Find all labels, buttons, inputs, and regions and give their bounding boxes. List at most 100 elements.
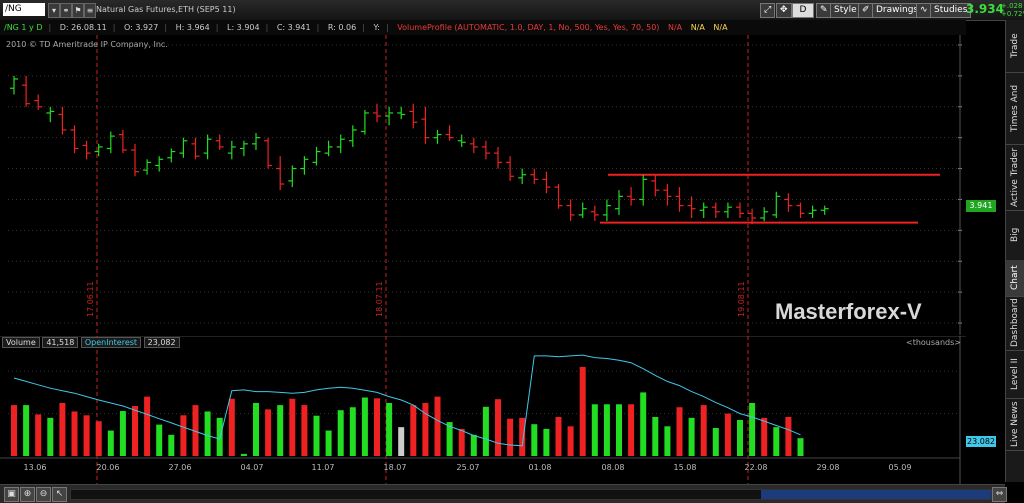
volume-bar	[35, 414, 42, 456]
copyright-text: 2010 © TD Ameritrade IP Company, Inc.	[6, 40, 168, 49]
price-chart[interactable]: 54.84.64.44.243.83.63.43.2 17.06.1118.07…	[0, 35, 966, 335]
aggregation-button[interactable]: D	[792, 3, 814, 18]
volume-bar	[277, 405, 284, 456]
volume-bar	[156, 424, 163, 456]
watermark-text: Masterforex-V	[775, 299, 922, 324]
volume-bar	[11, 405, 17, 456]
flag-icon[interactable]: ⚑	[72, 3, 84, 18]
volume-bar	[712, 428, 719, 456]
volume-bar	[240, 453, 247, 456]
volume-bar	[325, 430, 332, 456]
volume-bar	[543, 428, 550, 456]
scroll-thumb[interactable]	[761, 490, 991, 499]
date-marker-label: 19.08.11	[737, 281, 746, 317]
tab-live-news[interactable]: Live News	[1006, 398, 1024, 451]
volume-bar	[737, 419, 743, 456]
volume-value: 41,518	[42, 337, 79, 348]
tab-active-trader[interactable]: Active Trader	[1006, 144, 1024, 211]
volume-bar	[531, 424, 538, 456]
x-tick-label: 27.06	[169, 463, 192, 472]
window-title: Natural Gas Futures,ETH (SEP5 11)	[96, 5, 236, 14]
price-badge: 3.941	[966, 200, 996, 212]
cursor-icon[interactable]: ↖	[52, 487, 67, 502]
volume-bar	[132, 405, 138, 456]
symbol-input[interactable]: /NG	[3, 3, 45, 16]
tab-dashboard[interactable]: Dashboard	[1006, 296, 1024, 351]
drawings-button[interactable]: Drawings	[872, 3, 923, 18]
change-pct: +0.72%	[1001, 10, 1024, 18]
side-tabs: TradeTimes And SalesActive TraderBig But…	[1005, 20, 1024, 482]
volume-label: Volume	[2, 337, 40, 348]
date-marker-label: 18.07.11	[375, 281, 384, 317]
volume-bar	[470, 434, 477, 456]
zoom-icon[interactable]: ⤢	[760, 3, 776, 18]
x-tick-label: 18.07	[384, 463, 407, 472]
volume-bar	[761, 417, 768, 456]
volume-bar	[47, 417, 54, 456]
volume-bar	[361, 397, 368, 456]
volume-bar	[59, 403, 66, 456]
volume-bar	[664, 426, 671, 456]
chevron-down-icon[interactable]: ▾	[48, 3, 60, 18]
volume-chart[interactable]: 13.06 20.06 27.06 04.07 11.07 18.07 25.07 01.08…	[0, 336, 966, 484]
tab-level-ii[interactable]: Level II	[1006, 350, 1024, 399]
bar-close: C: 3.941	[276, 23, 311, 32]
x-tick-label: 04.07	[241, 463, 264, 472]
volume-bar	[579, 366, 586, 456]
volume-bar	[700, 405, 707, 456]
tab-chart[interactable]: Chart	[1006, 260, 1024, 297]
volume-bar	[676, 407, 683, 456]
volume-bar	[349, 407, 356, 456]
x-tick-label: 01.08	[529, 463, 552, 472]
volume-bar	[83, 415, 90, 456]
expand-icon[interactable]: ▣	[4, 487, 19, 502]
volume-bar	[301, 405, 308, 456]
volume-bar	[107, 430, 114, 456]
study-label[interactable]: VolumeProfile (AUTOMATIC, 1.0, DAY, 1, N…	[397, 23, 659, 32]
expand-horizontal-icon[interactable]: ⇔	[992, 487, 1007, 502]
volume-bar	[313, 415, 320, 456]
time-scrollbar[interactable]: ▣ ⊕ ⊖ ↖ ⇔	[0, 484, 1007, 503]
pan-icon[interactable]: ✥	[776, 3, 792, 18]
tab-times-and-sales[interactable]: Times And Sales	[1006, 72, 1024, 145]
x-tick-label: 22.08	[745, 463, 768, 472]
volume-bar	[495, 399, 501, 456]
x-tick-label: 15.08	[674, 463, 697, 472]
list-icon[interactable]: ≡	[84, 3, 96, 18]
volume-bar	[591, 404, 598, 456]
bar-y: Y:	[373, 23, 380, 32]
volume-bar	[616, 404, 622, 456]
tab-big-buttons[interactable]: Big Buttons	[1006, 210, 1024, 261]
volume-bar	[773, 427, 780, 456]
volume-legend: Volume 41,518 OpenInterest 23,082	[2, 337, 180, 349]
link-icon[interactable]: ⚭	[60, 3, 72, 18]
na-value-3: N/A	[713, 23, 728, 32]
volume-bar	[180, 415, 187, 456]
zoom-in-icon[interactable]: ⊕	[20, 487, 35, 502]
change-abs: +.028	[1001, 2, 1023, 10]
oi-badge: 23.082	[966, 436, 996, 447]
volume-bar	[724, 413, 731, 456]
zoom-out-icon[interactable]: ⊖	[36, 487, 51, 502]
tab-trade[interactable]: Trade	[1006, 20, 1024, 73]
volume-bar	[289, 398, 296, 456]
volume-bar	[410, 405, 417, 456]
volume-bar	[458, 428, 465, 456]
style-button[interactable]: Style	[830, 3, 861, 18]
bar-range: R: 0.06	[327, 23, 357, 32]
volume-bar	[386, 403, 393, 456]
x-tick-label: 29.08	[817, 463, 840, 472]
volume-bar	[507, 418, 514, 456]
info-bar: /NG 1 y D | D: 26.08.11 | O: 3.927 | H: 3.9…	[0, 20, 966, 36]
volume-bar	[785, 416, 792, 456]
na-value-1: N/A	[667, 23, 683, 32]
scroll-track[interactable]	[70, 489, 992, 500]
volume-bar	[228, 398, 235, 456]
volume-bar	[749, 403, 756, 456]
volume-bar	[253, 403, 259, 456]
bar-low: L: 3.904	[226, 23, 260, 32]
bar-open: O: 3.927	[124, 23, 159, 32]
x-tick-label: 20.06	[97, 463, 120, 472]
oi-value: 23,082	[143, 337, 180, 348]
volume-bar	[688, 417, 695, 456]
